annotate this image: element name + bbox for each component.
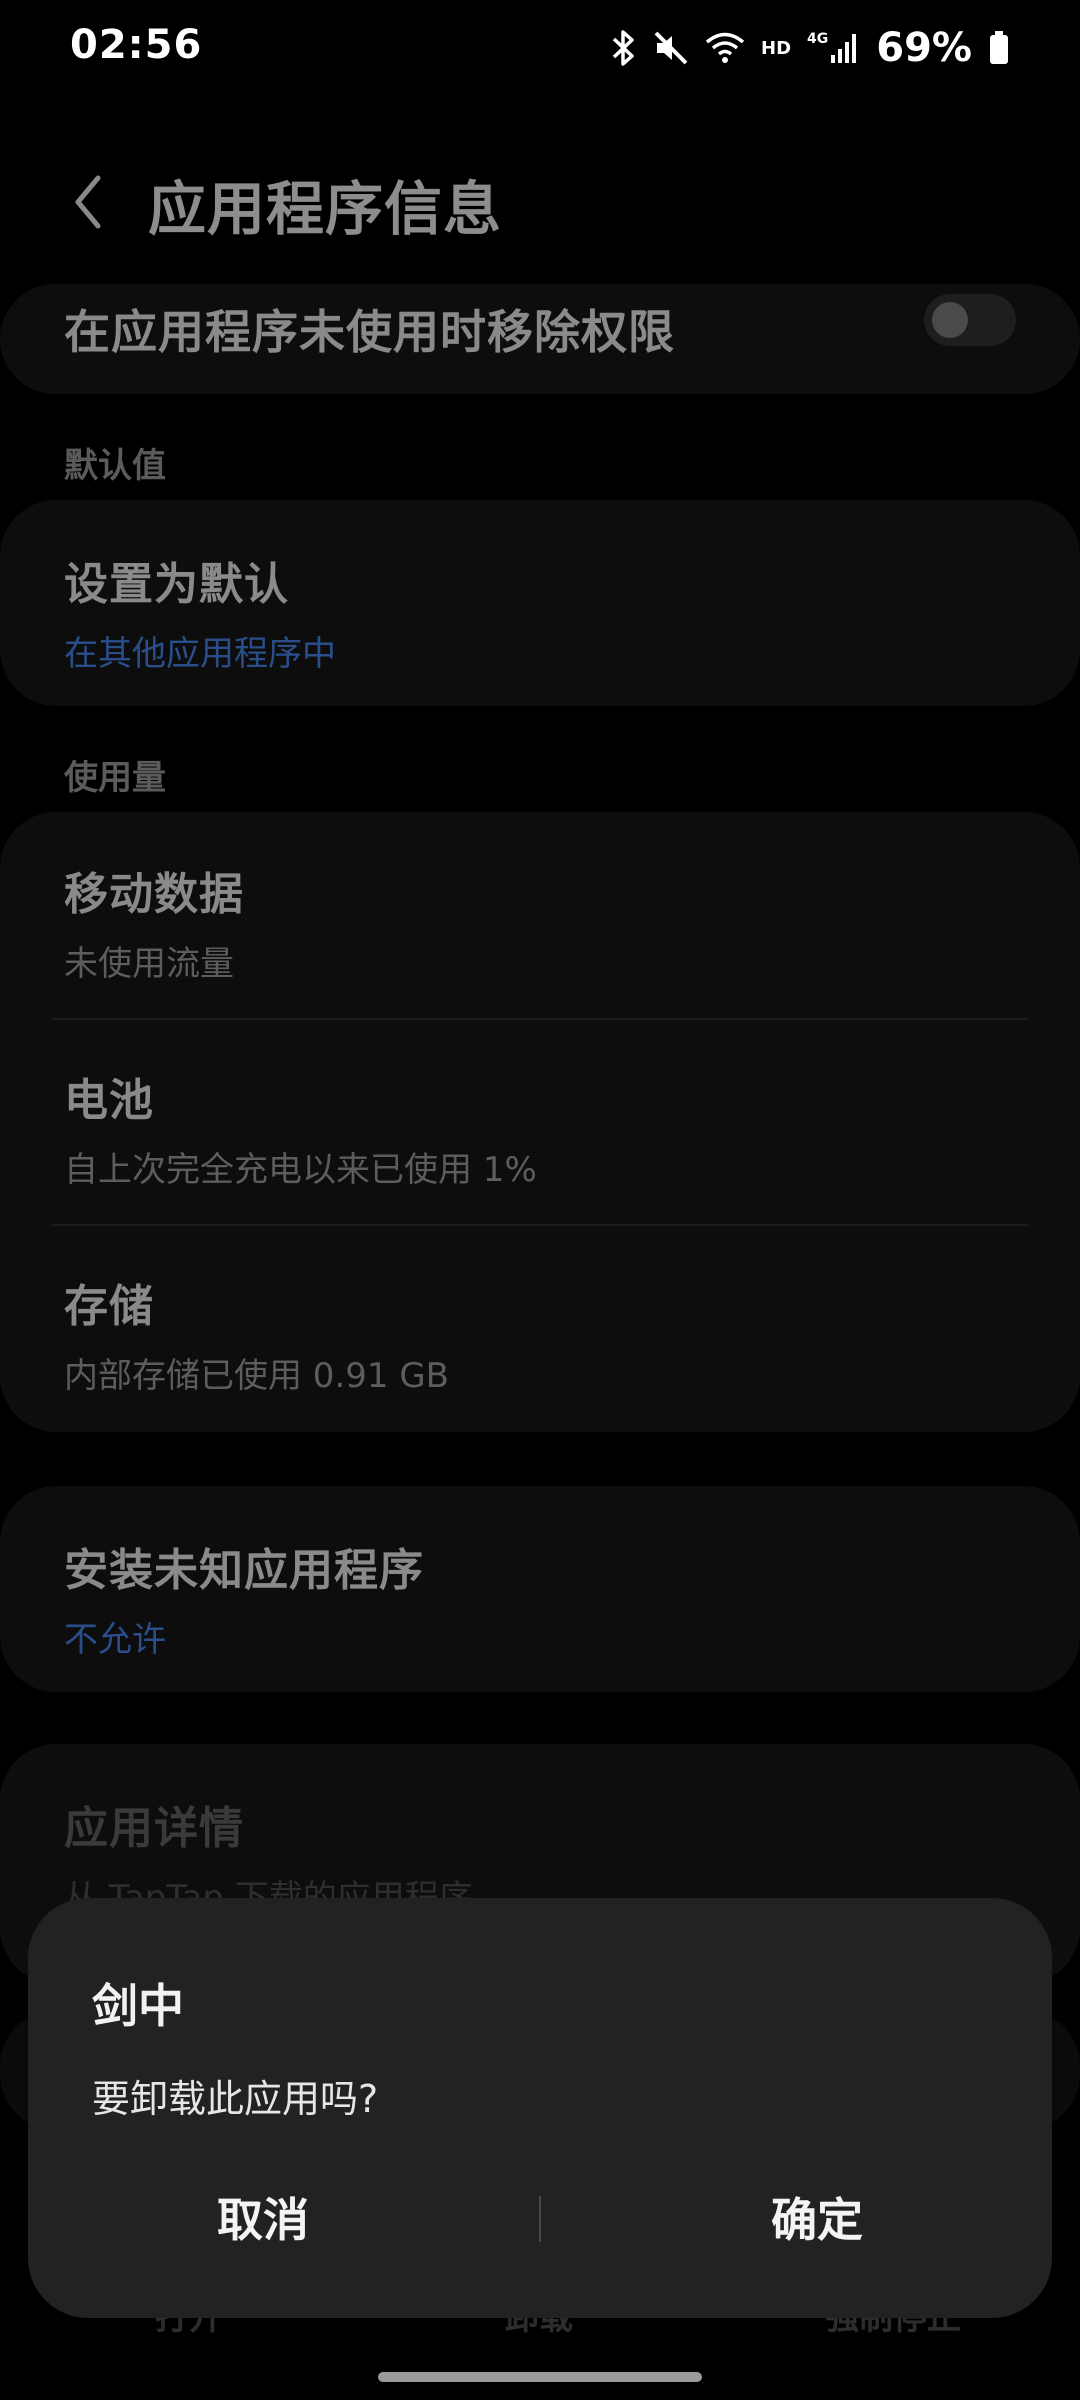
battery-icon [988, 30, 1010, 66]
app-info-screen: 02:56 HD 4G 69% 应用程序信息 在应用程序未使用时移除权限 默认值… [0, 0, 1080, 2400]
status-bar: 02:56 HD 4G 69% [0, 0, 1080, 96]
set-default-value: 在其他应用程序中 [64, 634, 336, 674]
page-title: 应用程序信息 [148, 175, 503, 243]
status-icons: HD 4G 69% [611, 22, 1010, 74]
install-unknown-card: 安装未知应用程序 不允许 [0, 1486, 1080, 1692]
network-type: 4G [807, 31, 829, 47]
chevron-left-icon [75, 175, 101, 229]
remove-permissions-row[interactable]: 在应用程序未使用时移除权限 [64, 296, 1016, 362]
usage-card: 移动数据 未使用流量 电池 自上次完全充电以来已使用 1% 存储 内部存储已使用… [0, 812, 1080, 1432]
toggle-knob [932, 302, 968, 338]
battery-percent: 69% [876, 25, 972, 71]
install-unknown-row[interactable]: 安装未知应用程序 不允许 [64, 1534, 1016, 1661]
back-button[interactable] [58, 170, 118, 234]
signal-icon: 4G [807, 31, 860, 65]
home-indicator[interactable] [378, 2372, 702, 2382]
permissions-card: 在应用程序未使用时移除权限 [0, 284, 1080, 394]
remove-permissions-toggle[interactable] [924, 294, 1016, 346]
mobile-data-value: 未使用流量 [64, 944, 234, 984]
divider [52, 1018, 1028, 1020]
uninstall-dialog: 剑中 要卸载此应用吗? 取消 确定 [28, 1898, 1052, 2318]
mobile-data-title: 移动数据 [64, 869, 244, 920]
wifi-icon [705, 31, 745, 65]
bluetooth-icon [611, 29, 637, 67]
dialog-message: 要卸载此应用吗? [92, 2077, 379, 2121]
battery-value: 自上次完全充电以来已使用 1% [64, 1150, 537, 1190]
remove-permissions-label: 在应用程序未使用时移除权限 [64, 305, 675, 359]
storage-row[interactable]: 存储 内部存储已使用 0.91 GB [64, 1270, 1016, 1397]
section-label-defaults: 默认值 [64, 446, 166, 486]
status-time: 02:56 [70, 22, 203, 68]
section-label-usage: 使用量 [64, 758, 166, 798]
confirm-button[interactable]: 确定 [582, 2180, 1052, 2260]
cancel-button[interactable]: 取消 [28, 2180, 498, 2260]
set-default-title: 设置为默认 [64, 559, 289, 610]
mute-icon [653, 30, 689, 66]
battery-title: 电池 [64, 1075, 154, 1126]
mobile-data-row[interactable]: 移动数据 未使用流量 [64, 858, 1016, 985]
app-details-title: 应用详情 [64, 1803, 244, 1854]
storage-title: 存储 [64, 1281, 154, 1332]
set-default-row[interactable]: 设置为默认 在其他应用程序中 [64, 548, 1016, 675]
hd-indicator: HD [761, 37, 792, 59]
defaults-card: 设置为默认 在其他应用程序中 [0, 500, 1080, 706]
divider [52, 1224, 1028, 1226]
button-separator [539, 2196, 541, 2242]
dialog-title: 剑中 [92, 1979, 184, 2033]
install-unknown-value: 不允许 [64, 1620, 166, 1660]
app-bar: 应用程序信息 [0, 150, 1080, 260]
battery-row[interactable]: 电池 自上次完全充电以来已使用 1% [64, 1064, 1016, 1191]
storage-value: 内部存储已使用 0.91 GB [64, 1356, 449, 1396]
install-unknown-title: 安装未知应用程序 [64, 1545, 424, 1596]
